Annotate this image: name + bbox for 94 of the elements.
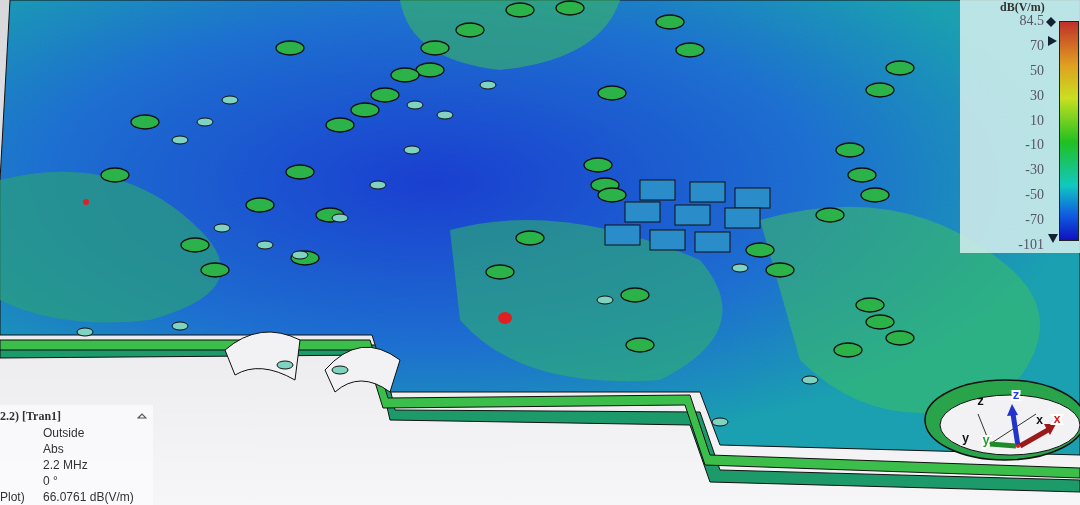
- axis-label: z: [977, 395, 985, 409]
- chip-pad: [734, 187, 771, 209]
- via-pad: [745, 242, 775, 258]
- via-pad: [815, 207, 845, 223]
- via-pad: [390, 67, 420, 83]
- via-pad: [285, 164, 315, 180]
- via-pad: [515, 230, 545, 246]
- scale-tick-label: 70: [1030, 37, 1044, 54]
- collapse-icon[interactable]: [137, 412, 147, 420]
- via-pad: [171, 135, 189, 145]
- property-value: 0 °: [43, 474, 59, 489]
- hotspot-marker: [498, 312, 512, 324]
- chip-pad: [624, 201, 661, 223]
- via-pad: [180, 237, 210, 253]
- via-pad: [620, 287, 650, 303]
- scale-tick-label: -50: [1025, 187, 1044, 204]
- panel-header: 2.2) [Tran1]: [0, 409, 62, 424]
- chip-pad: [674, 204, 711, 226]
- via-pad: [835, 142, 865, 158]
- via-pad: [833, 342, 863, 358]
- scale-tick-label: 10: [1030, 112, 1044, 129]
- upper-limit-marker-icon: [1048, 36, 1057, 46]
- via-pad: [213, 223, 231, 233]
- via-pad: [596, 295, 614, 305]
- scale-tick-label: 30: [1030, 87, 1044, 104]
- via-pad: [370, 87, 400, 103]
- via-pad: [885, 330, 915, 346]
- via-pad: [420, 40, 450, 56]
- via-pad: [455, 22, 485, 38]
- via-pad: [350, 102, 380, 118]
- via-pad: [855, 297, 885, 313]
- property-value: Abs: [43, 442, 65, 457]
- via-pad: [479, 80, 497, 90]
- chip-pad: [649, 229, 686, 251]
- via-pad: [130, 114, 160, 130]
- via-pad: [765, 262, 795, 278]
- via-pad: [583, 157, 613, 173]
- via-pad: [171, 321, 189, 331]
- via-pad: [276, 360, 294, 370]
- scale-tick-label: -30: [1025, 162, 1044, 179]
- lower-limit-marker-icon: [1048, 234, 1058, 243]
- via-pad: [801, 375, 819, 385]
- scale-tick-label: -70: [1025, 212, 1044, 228]
- via-pad: [485, 264, 515, 280]
- via-pad: [403, 145, 421, 155]
- via-pad: [200, 262, 230, 278]
- via-pad: [245, 197, 275, 213]
- via-pad: [331, 365, 349, 375]
- max-marker-icon: [1046, 17, 1056, 27]
- via-pad: [275, 40, 305, 56]
- via-pad: [597, 85, 627, 101]
- via-pad: [505, 2, 535, 18]
- via-pad: [655, 14, 685, 30]
- chip-pad: [724, 207, 761, 229]
- axis-name-label: x: [1053, 413, 1061, 427]
- axis-label: y: [962, 432, 970, 446]
- via-pad: [675, 42, 705, 58]
- via-pad: [711, 417, 729, 427]
- property-value: Outside: [43, 426, 86, 441]
- scale-tick-label: -101: [1018, 236, 1044, 253]
- hotspot-marker: [83, 199, 89, 205]
- via-pad: [256, 240, 274, 250]
- axis-name-label: y: [982, 434, 990, 448]
- via-pad: [731, 263, 749, 273]
- via-pad: [597, 187, 627, 203]
- via-pad: [76, 327, 94, 337]
- property-value: 66.0761 dB(V/m): [43, 490, 134, 505]
- chip-pad: [639, 179, 676, 201]
- legend-unit-label: dB(V/m): [1000, 0, 1045, 15]
- property-value: 2.2 MHz: [43, 458, 89, 473]
- via-pad: [860, 187, 890, 203]
- property-label: Plot): [0, 490, 26, 505]
- chip-pad: [604, 224, 641, 246]
- via-pad: [369, 180, 387, 190]
- via-pad: [885, 60, 915, 76]
- via-pad: [196, 117, 214, 127]
- axis-name-label: z: [1012, 389, 1020, 403]
- via-pad: [865, 82, 895, 98]
- scale-tick-label: -10: [1025, 137, 1044, 154]
- via-pad: [847, 167, 877, 183]
- via-pad: [325, 117, 355, 133]
- via-pad: [625, 337, 655, 353]
- axis-label: x: [1036, 414, 1044, 428]
- via-pad: [865, 314, 895, 330]
- scale-tick-label: 84.5: [1019, 13, 1044, 29]
- scale-tick-label: 50: [1030, 62, 1044, 79]
- via-pad: [415, 62, 445, 78]
- chip-pad: [694, 231, 731, 253]
- via-pad: [436, 110, 454, 120]
- chip-pad: [689, 181, 726, 203]
- via-pad: [100, 167, 130, 183]
- via-pad: [221, 95, 239, 105]
- via-pad: [406, 100, 424, 110]
- via-pad: [555, 0, 585, 16]
